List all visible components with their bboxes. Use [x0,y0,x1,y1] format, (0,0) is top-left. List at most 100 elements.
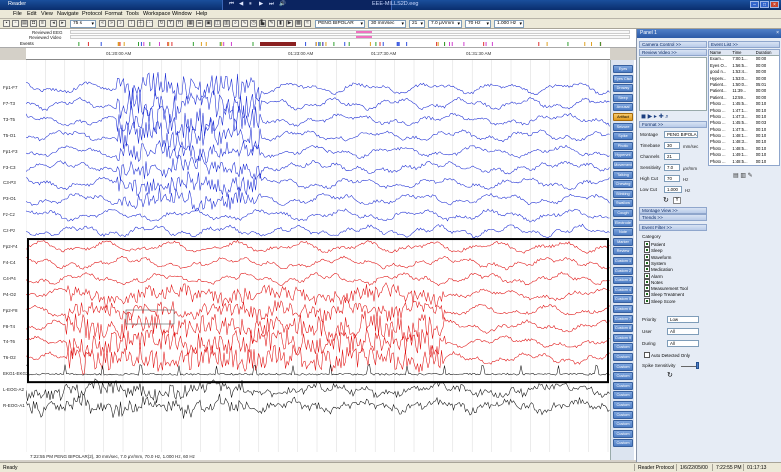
grid-icon[interactable]: ▦ [187,20,194,27]
category-checkbox[interactable]: Measurement Tool [644,285,688,291]
channels-select[interactable]: 21 [409,20,425,28]
event-button[interactable]: Spike [613,132,633,141]
rewind-icon[interactable]: ◀ [239,1,243,7]
back-icon[interactable]: ◂ [50,20,57,27]
event-list-tools-icon[interactable]: ▤ ▥ ✎ [733,172,753,179]
page-back-icon[interactable]: « [99,20,106,27]
montage-select[interactable]: PENG BIPOLAR [315,20,365,28]
marker-icon[interactable]: ⁞ [128,20,135,27]
review-video-header[interactable]: Review Video >> [639,49,707,56]
event-button[interactable]: Cough [613,209,633,217]
close-icon[interactable]: × [770,1,779,8]
format-timebase-select[interactable]: 30 [664,142,680,149]
montage-icon[interactable]: ≡ [39,20,46,27]
menu-workspace[interactable]: Workspace [143,11,170,17]
event-button[interactable]: Custom 1 [613,257,633,265]
camera-control-header[interactable]: Camera Control >> [639,41,707,48]
menu-tools[interactable]: Tools [126,11,139,17]
chart-icon[interactable]: ▙ [259,20,266,27]
event-button[interactable]: Movement [613,161,633,169]
reset-filter-icon[interactable]: ↻ [667,371,673,379]
zoom-select[interactable]: 75 s [70,20,96,28]
event-button[interactable]: Seizure [613,122,633,131]
sensitivity-select[interactable]: 7.0 µV/mm [428,20,462,28]
channel-label[interactable]: T6-O2 [3,355,16,360]
reset-format-icon[interactable]: ↻ [663,196,669,204]
event-button[interactable]: Photic [613,141,633,150]
reviewed-eeg-track[interactable] [70,30,630,34]
event-button[interactable]: Custom 17 [613,410,633,419]
user-select[interactable]: All [667,328,699,335]
event-button[interactable]: Custom 11 [613,353,633,361]
category-checkbox[interactable]: Notes [644,279,663,285]
channel-label[interactable]: Cz-Pz [3,228,15,233]
ruler-icon[interactable]: ┼ [137,20,144,27]
col-name[interactable]: Name [709,50,732,55]
event-button[interactable]: Custom 15 [613,391,633,400]
event-button[interactable]: Custom 10 [613,343,633,352]
event-button[interactable]: Chewing [613,180,633,189]
event-button[interactable]: Custom 18 [613,420,633,429]
event-row[interactable]: Photo ... 1:48:5... 00:10 [709,159,779,165]
apply-format-icon[interactable]: Y [673,197,681,204]
open-icon[interactable]: ▫ [12,20,19,27]
channel-label[interactable]: C3-P3 [3,180,16,185]
menu-view[interactable]: View [41,11,53,17]
event-button[interactable]: Arousal [613,103,633,112]
format-lowcut-select[interactable]: 1.000 [664,186,682,193]
grid2-icon[interactable]: ▩ [295,20,302,27]
event-button[interactable]: Hypervnt [613,151,633,160]
event-button[interactable]: Custom 3 [613,276,633,285]
page-forward-icon[interactable]: » [108,20,115,27]
channel-label[interactable]: Fp1-F7 [3,85,18,90]
trends-header[interactable]: Trends >> [639,214,707,221]
category-checkbox[interactable]: Medication [644,266,673,272]
bars-icon[interactable]: ▮ [277,20,284,27]
timebase-select[interactable]: 30 mm/sec [368,20,406,28]
event-button[interactable]: Custom 4 [613,285,633,294]
event-button[interactable]: Custom 20 [613,439,633,448]
list-icon[interactable]: ☰ [196,20,203,27]
channel-label[interactable]: F4-C4 [3,260,16,265]
event-button[interactable]: Talking [613,170,633,179]
event-button[interactable]: Artifact [613,113,633,121]
channel-label[interactable]: P4-O2 [3,292,16,297]
filter-icon[interactable]: ⊓ [176,20,183,27]
event-button[interactable]: Custom 7 [613,314,633,323]
channel-label[interactable]: C4-P4 [3,276,16,281]
panel-close-icon[interactable]: × [776,30,779,36]
event-list-header[interactable]: Event List >> [708,41,780,48]
event-button[interactable]: Custom 12 [613,362,633,371]
menu-format[interactable]: Format [105,11,122,17]
category-checkbox[interactable]: Waveform [644,254,671,260]
menu-window[interactable]: Window [172,11,192,17]
event-button[interactable]: Electrode [613,218,633,227]
channel-label[interactable]: T4-T6 [3,339,15,344]
tools-icon[interactable]: ✎ [268,20,275,27]
event-button[interactable]: Blinking [613,189,633,198]
channel-label[interactable]: T5-O1 [3,133,16,138]
event-button[interactable]: Custom 5 [613,295,633,304]
slider-thumb[interactable] [696,362,699,369]
clock-icon[interactable]: ◷ [250,20,257,27]
category-checkbox[interactable]: Alarm [644,273,663,279]
reviewed-video-track[interactable] [70,35,630,39]
format-header[interactable]: Format >> [639,121,707,128]
minimize-icon[interactable]: – [750,1,759,8]
wave-icon[interactable]: ≈ [304,20,311,27]
lasso-icon[interactable]: Y [167,20,174,27]
menu-navigate[interactable]: Navigate [57,11,79,17]
skip-back-icon[interactable]: ⏮ [229,1,234,8]
print-icon[interactable]: ▤ [21,20,28,27]
pause-icon[interactable]: ⏸ [249,1,252,8]
channel-label[interactable]: Fp1-F3 [3,149,18,154]
highcut-select[interactable]: 70 Hz [465,20,491,28]
auto-detected-checkbox[interactable]: Auto Detected Only [644,352,690,358]
volume-icon[interactable]: 🔊 [279,1,286,7]
event-button[interactable]: Sleep [613,93,633,102]
format-highcut-select[interactable]: 70 [664,175,680,182]
event-filter-header[interactable]: Event Filter >> [639,224,707,231]
event-button[interactable]: Note [613,228,633,237]
col-time[interactable]: Time [732,50,755,55]
dots-icon[interactable]: ⋯ [146,20,153,27]
